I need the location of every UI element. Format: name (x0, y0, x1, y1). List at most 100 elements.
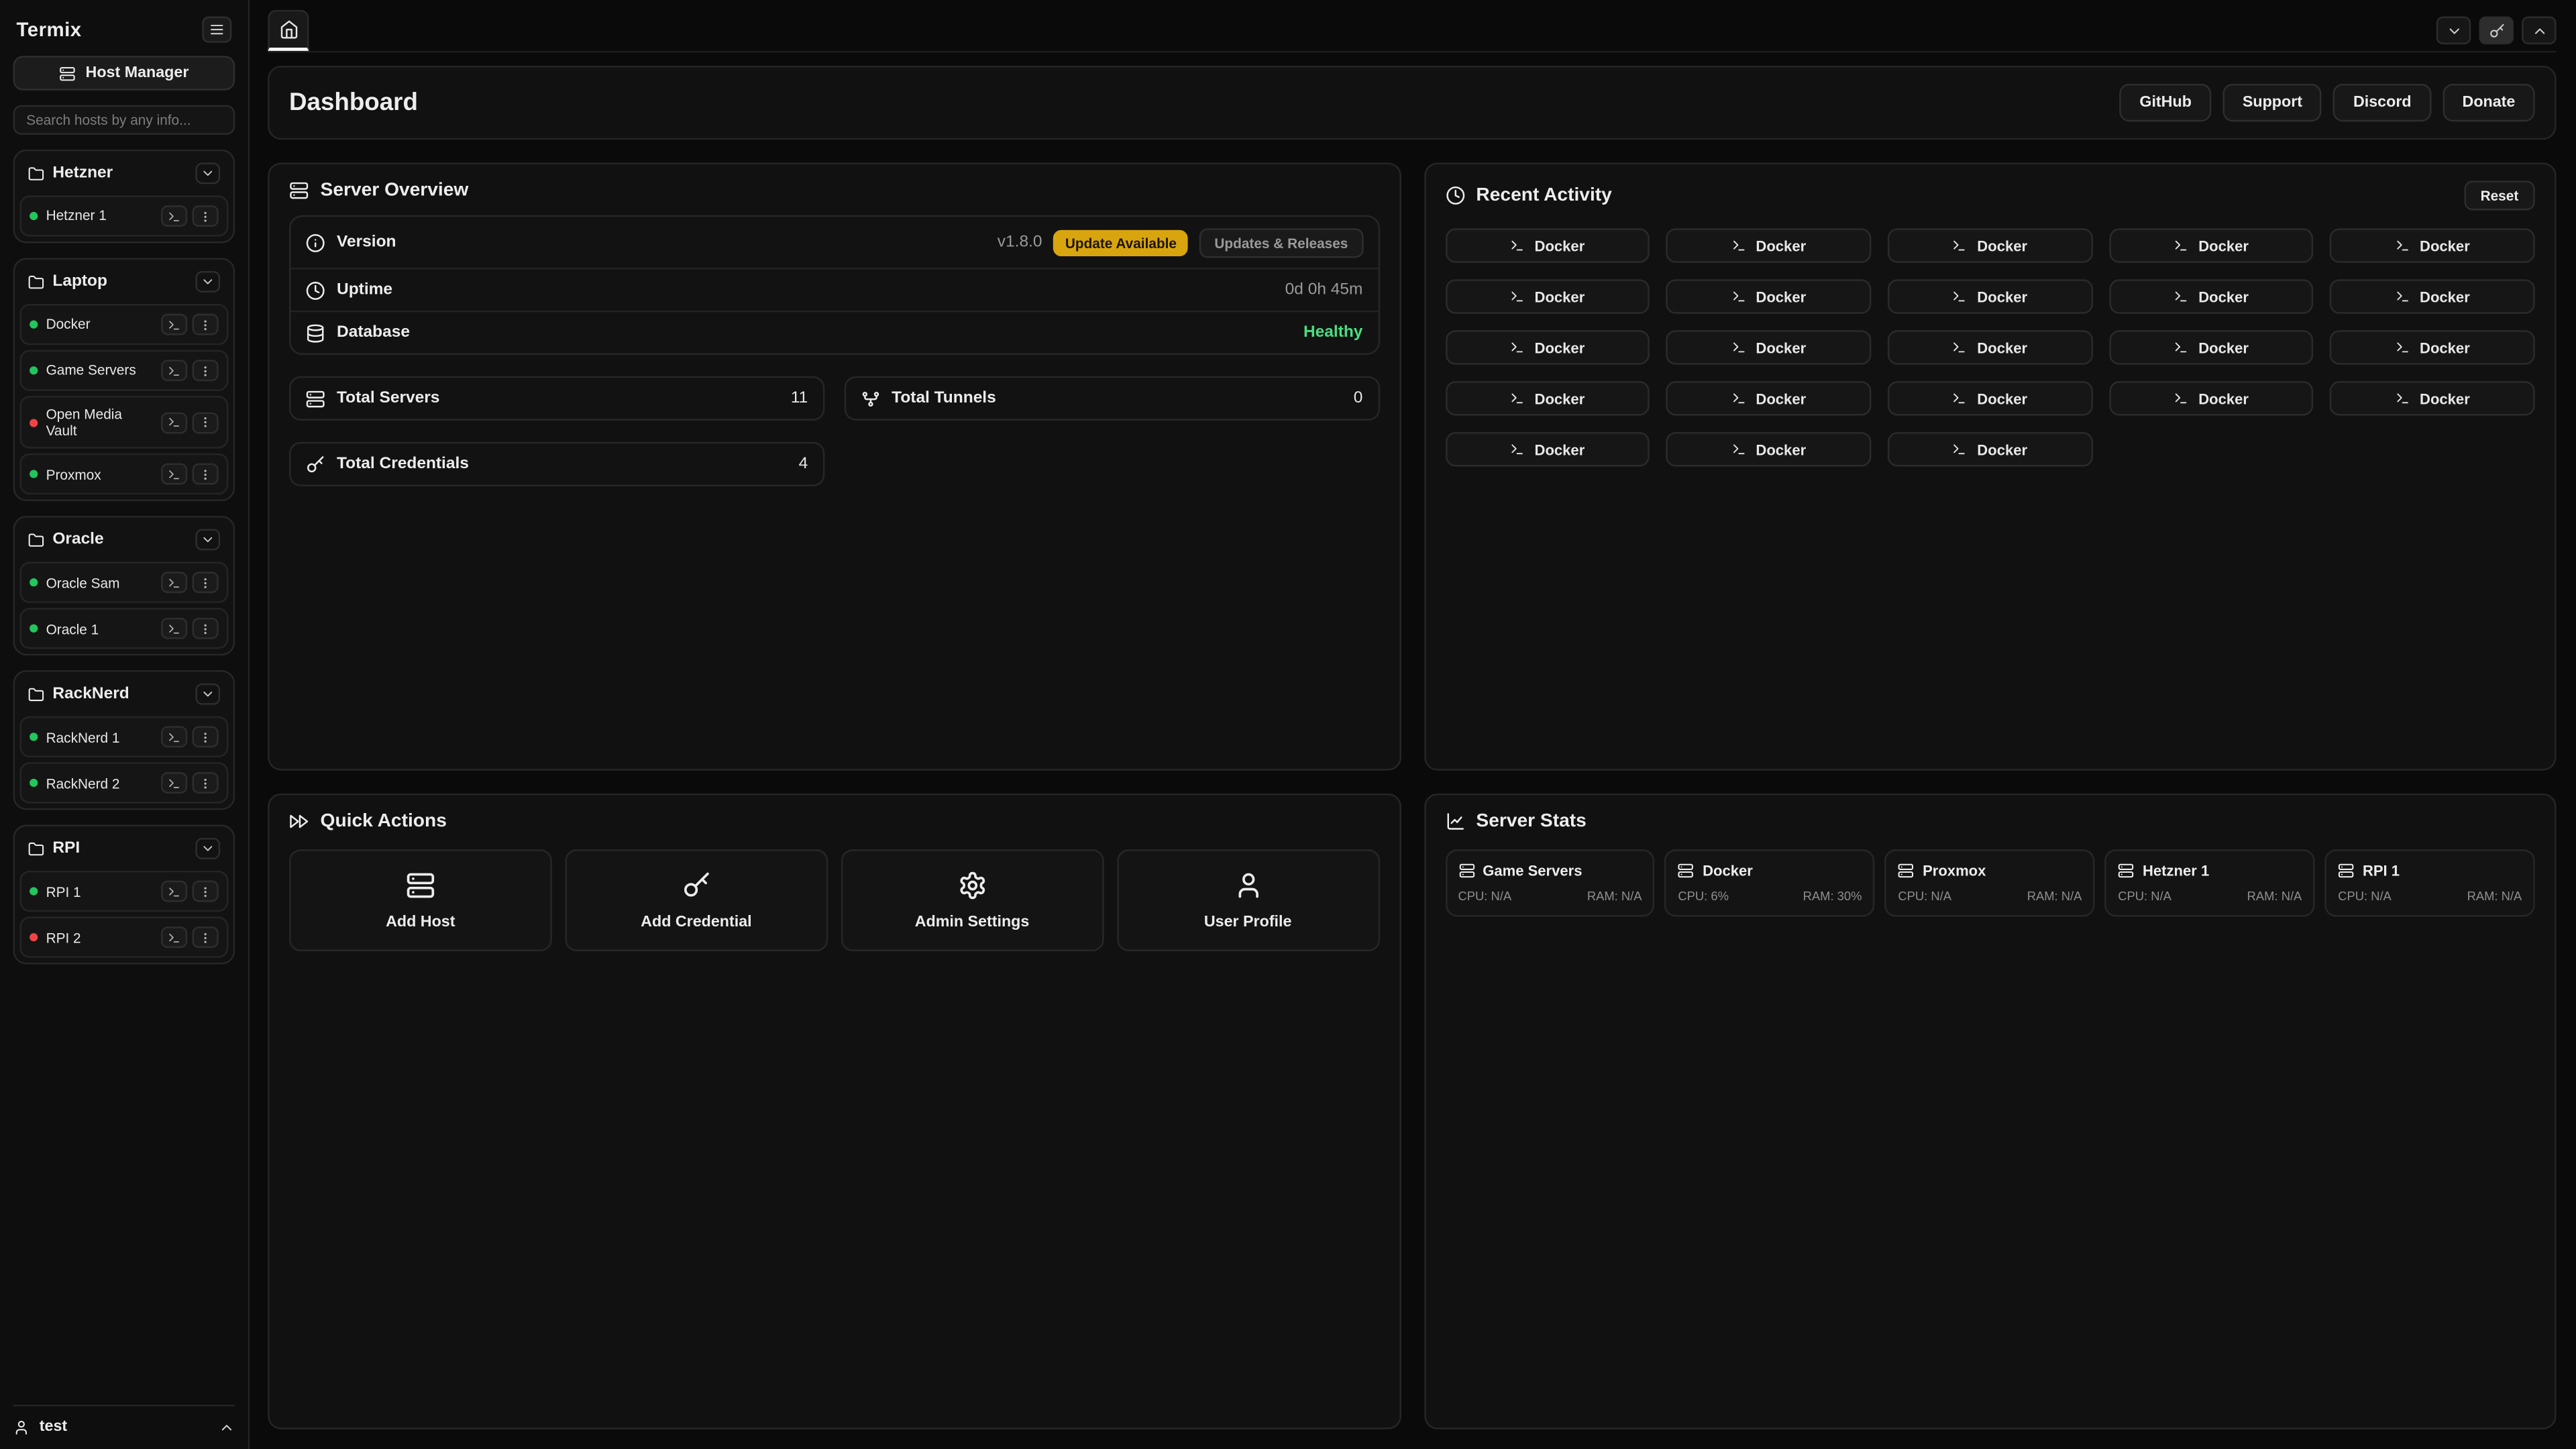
search-input[interactable] (13, 105, 235, 135)
activity-item-button[interactable]: Docker (1666, 330, 1871, 364)
terminal-icon (168, 931, 181, 945)
activity-item-button[interactable]: Docker (1445, 381, 1650, 415)
activity-item-button[interactable]: Docker (2108, 228, 2313, 262)
activity-item-button[interactable]: Docker (1666, 228, 1871, 262)
host-terminal-button[interactable] (161, 572, 187, 594)
server-stats-panel: Server Stats Game ServersCPU: N/ARAM: N/… (1424, 794, 2557, 1430)
host-terminal-button[interactable] (161, 360, 187, 381)
group-header[interactable]: Hetzner (19, 156, 228, 191)
host-terminal-button[interactable] (161, 314, 187, 335)
activity-item-label: Docker (1535, 441, 1585, 458)
fast-forward-icon (289, 812, 309, 831)
host-menu-button[interactable] (193, 619, 219, 640)
sidebar-menu-button[interactable] (202, 16, 231, 42)
host-terminal-button[interactable] (161, 464, 187, 486)
activity-item-button[interactable]: Docker (2330, 279, 2534, 313)
header-action-button[interactable]: Donate (2443, 84, 2535, 121)
user-icon (13, 1419, 30, 1435)
header-action-button[interactable]: GitHub (2120, 84, 2211, 121)
quick-action-button[interactable]: Admin Settings (841, 849, 1104, 951)
update-available-badge[interactable]: Update Available (1054, 229, 1189, 256)
tabs-dropdown-button[interactable] (2436, 16, 2471, 44)
activity-item-button[interactable]: Docker (2108, 330, 2313, 364)
host-item[interactable]: Open Media Vault (19, 396, 228, 449)
host-item[interactable]: Game Servers (19, 350, 228, 391)
host-item[interactable]: Hetzner 1 (19, 195, 228, 236)
activity-item-button[interactable]: Docker (1888, 432, 2092, 466)
host-terminal-button[interactable] (161, 881, 187, 903)
stat-card-cpu: CPU: N/A (2118, 889, 2171, 904)
group-header[interactable]: RPI (19, 832, 228, 866)
host-terminal-button[interactable] (161, 727, 187, 748)
host-menu-button[interactable] (193, 412, 219, 433)
group-collapse-button[interactable] (195, 529, 220, 551)
host-menu-button[interactable] (193, 773, 219, 794)
activity-item-button[interactable]: Docker (2330, 228, 2534, 262)
host-item[interactable]: Docker (19, 304, 228, 345)
activity-item-button[interactable]: Docker (2330, 381, 2534, 415)
group-collapse-button[interactable] (195, 839, 220, 860)
header-action-button[interactable]: Support (2222, 84, 2322, 121)
activity-item-button[interactable]: Docker (1445, 330, 1650, 364)
host-item[interactable]: Oracle 1 (19, 608, 228, 649)
host-menu-button[interactable] (193, 314, 219, 335)
host-actions (161, 881, 219, 903)
activity-item-button[interactable]: Docker (1445, 228, 1650, 262)
activity-item-button[interactable]: Docker (1666, 381, 1871, 415)
activity-item-button[interactable]: Docker (1888, 279, 2092, 313)
activity-item-button[interactable]: Docker (2108, 381, 2313, 415)
updates-releases-button[interactable]: Updates & Releases (1199, 227, 1362, 257)
host-menu-button[interactable] (193, 727, 219, 748)
activity-item-button[interactable]: Docker (1445, 279, 1650, 313)
host-terminal-button[interactable] (161, 619, 187, 640)
activity-item-button[interactable]: Docker (1666, 279, 1871, 313)
activity-item-button[interactable]: Docker (1888, 330, 2092, 364)
host-menu-button[interactable] (193, 464, 219, 486)
host-item[interactable]: RPI 2 (19, 917, 228, 958)
header-action-button[interactable]: Discord (2334, 84, 2431, 121)
activity-item-label: Docker (1535, 390, 1585, 407)
activity-item-button[interactable]: Docker (2330, 330, 2534, 364)
terminal-icon (168, 731, 181, 744)
footer-collapse-button[interactable] (219, 1419, 235, 1435)
group-collapse-button[interactable] (195, 162, 220, 184)
activity-item-button[interactable]: Docker (2108, 279, 2313, 313)
activity-item-button[interactable]: Docker (1445, 432, 1650, 466)
group-header[interactable]: RackNerd (19, 678, 228, 712)
sidebar-footer[interactable]: test (13, 1405, 235, 1436)
host-item[interactable]: Proxmox (19, 454, 228, 495)
group-collapse-button[interactable] (195, 684, 220, 706)
group-collapse-button[interactable] (195, 271, 220, 292)
activity-item-label: Docker (1977, 237, 2027, 254)
host-manager-button[interactable]: Host Manager (13, 56, 235, 90)
group-header[interactable]: Laptop (19, 264, 228, 299)
quick-action-button[interactable]: Add Host (289, 849, 552, 951)
host-menu-button[interactable] (193, 572, 219, 594)
user-icon (1233, 870, 1263, 900)
database-icon (306, 323, 325, 342)
host-menu-button[interactable] (193, 927, 219, 949)
reset-button[interactable]: Reset (2464, 180, 2535, 210)
host-terminal-button[interactable] (161, 773, 187, 794)
activity-item-label: Docker (2420, 339, 2470, 356)
host-item[interactable]: RPI 1 (19, 871, 228, 912)
host-terminal-button[interactable] (161, 205, 187, 227)
host-menu-button[interactable] (193, 881, 219, 903)
quick-action-button[interactable]: Add Credential (565, 849, 828, 951)
host-menu-button[interactable] (193, 205, 219, 227)
ssh-keys-button[interactable] (2479, 16, 2514, 44)
activity-item-button[interactable]: Docker (1888, 228, 2092, 262)
host-item[interactable]: RackNerd 2 (19, 763, 228, 804)
activity-item-button[interactable]: Docker (1666, 432, 1871, 466)
tab-home[interactable] (268, 10, 309, 51)
host-item[interactable]: Oracle Sam (19, 562, 228, 603)
host-menu-button[interactable] (193, 360, 219, 381)
collapse-header-button[interactable] (2522, 16, 2556, 44)
group-header[interactable]: Oracle (19, 523, 228, 557)
host-terminal-button[interactable] (161, 412, 187, 433)
host-status-dot (30, 934, 38, 942)
activity-item-button[interactable]: Docker (1888, 381, 2092, 415)
host-item[interactable]: RackNerd 1 (19, 717, 228, 758)
quick-action-button[interactable]: User Profile (1116, 849, 1379, 951)
host-terminal-button[interactable] (161, 927, 187, 949)
